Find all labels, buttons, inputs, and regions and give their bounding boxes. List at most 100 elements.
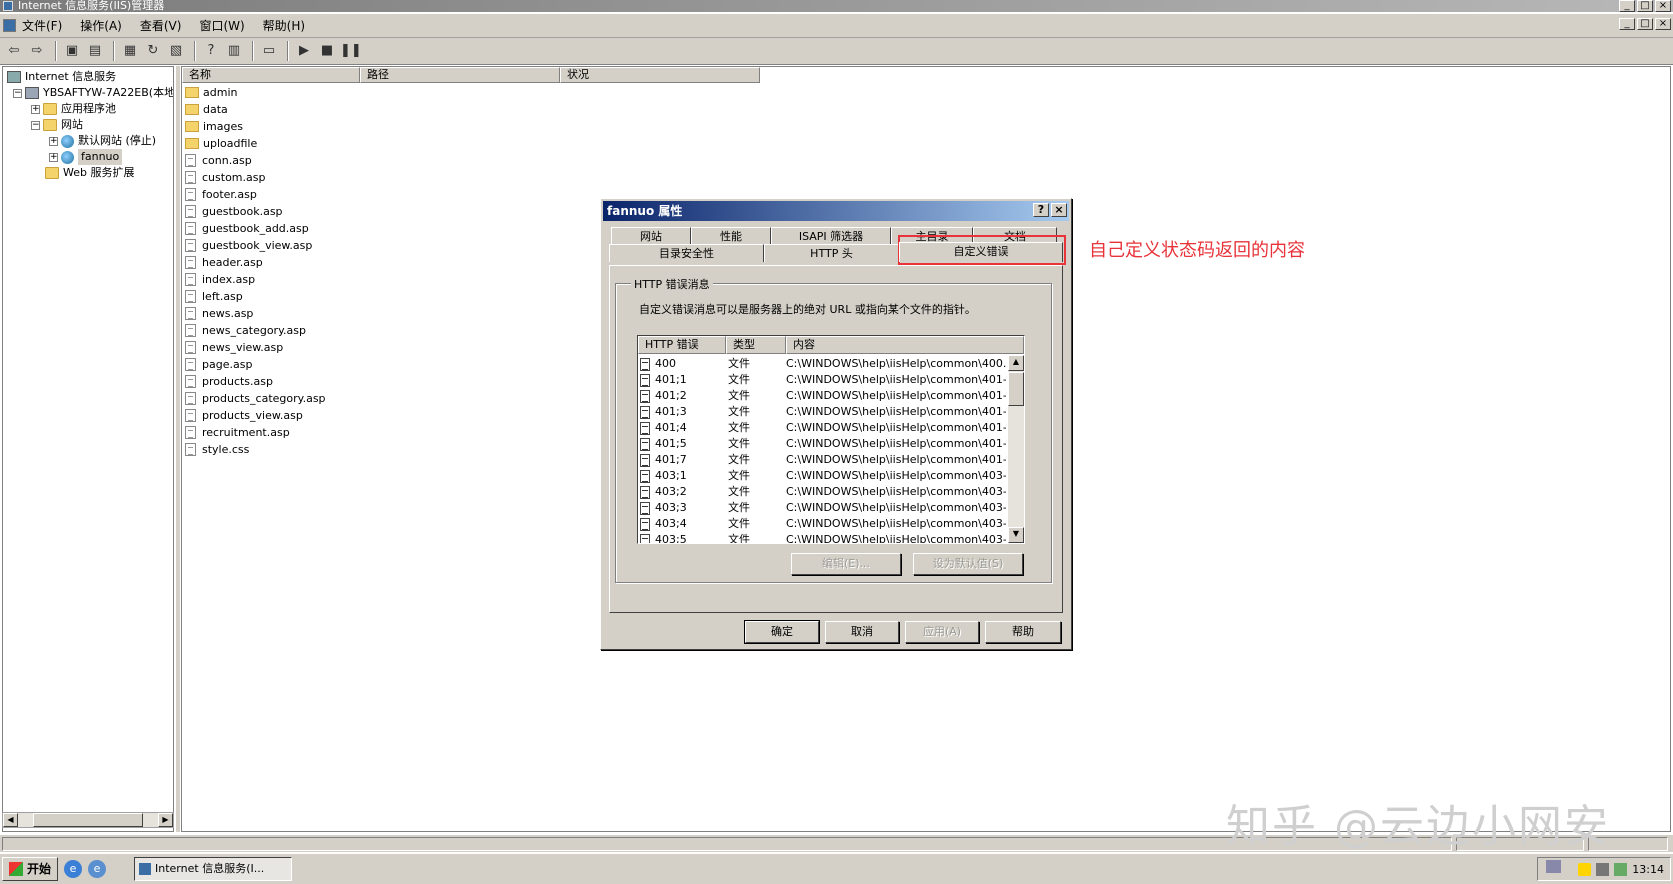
clock[interactable]: 13:14: [1632, 863, 1664, 876]
printer-icon[interactable]: [1546, 860, 1561, 873]
refresh-icon[interactable]: ↻: [143, 41, 163, 61]
mdi-close-button[interactable]: ×: [1655, 18, 1671, 30]
shield-icon[interactable]: [1578, 862, 1592, 876]
scroll-thumb[interactable]: [33, 813, 143, 827]
tab-website[interactable]: 网站: [611, 227, 691, 245]
menu-help[interactable]: 帮助(H): [263, 17, 305, 34]
update-icon[interactable]: [1614, 862, 1628, 876]
list-item[interactable]: products_category.asp: [185, 390, 326, 407]
help-button[interactable]: ?: [1033, 203, 1049, 217]
apply-button[interactable]: 应用(A): [905, 621, 979, 643]
list-item[interactable]: guestbook_add.asp: [185, 220, 326, 237]
list-item[interactable]: index.asp: [185, 271, 326, 288]
column-name[interactable]: 名称: [182, 67, 360, 83]
tree-server[interactable]: − YBSAFTYW-7A22EB(本地计: [13, 85, 173, 101]
tab-performance[interactable]: 性能: [691, 227, 771, 245]
http-error-list[interactable]: HTTP 错误 类型 内容 400 文件 C:\WINDOWS\help\iisHe…: [637, 335, 1025, 544]
list-item[interactable]: style.css: [185, 441, 326, 458]
table-row[interactable]: 401;7 文件 C:\WINDOWS\help\iisHelp\common\40…: [640, 452, 1006, 468]
tree-websites[interactable]: − 网站: [31, 117, 83, 133]
properties-icon[interactable]: ▦: [120, 41, 140, 61]
tree-fannuo[interactable]: + fannuo: [49, 149, 123, 165]
tree-horizontal-scrollbar[interactable]: ◀ ▶: [2, 812, 174, 828]
dialog-help-button[interactable]: 帮助: [985, 621, 1061, 643]
list-item[interactable]: guestbook_view.asp: [185, 237, 326, 254]
dialog-close-button[interactable]: ×: [1051, 203, 1067, 217]
list-item[interactable]: conn.asp: [185, 152, 326, 169]
taskbar-item-iis[interactable]: Internet 信息服务(I...: [134, 857, 293, 881]
list-item[interactable]: page.asp: [185, 356, 326, 373]
tree-app-pools[interactable]: + 应用程序池: [31, 101, 116, 117]
back-icon[interactable]: ⇦: [4, 41, 24, 61]
collapse-icon[interactable]: −: [13, 88, 22, 98]
stop-icon[interactable]: ■: [317, 41, 337, 61]
cancel-button[interactable]: 取消: [825, 621, 899, 643]
list-item[interactable]: admin: [185, 84, 326, 101]
ie-alt-icon[interactable]: e: [88, 860, 107, 878]
column-content[interactable]: 内容: [786, 336, 1024, 354]
dialog-title-bar[interactable]: fannuo 属性 ? ×: [603, 201, 1069, 221]
mdi-system-icon[interactable]: [3, 19, 16, 32]
expand-icon[interactable]: +: [49, 136, 58, 146]
list-item[interactable]: custom.asp: [185, 169, 326, 186]
ie-icon[interactable]: e: [64, 860, 83, 878]
list-item[interactable]: uploadfile: [185, 135, 326, 152]
list-item[interactable]: products_view.asp: [185, 407, 326, 424]
tree-web-ext[interactable]: Web 服务扩展: [45, 165, 134, 181]
column-type[interactable]: 类型: [726, 336, 786, 354]
menu-view[interactable]: 查看(V): [140, 17, 182, 34]
pane-splitter[interactable]: [176, 66, 180, 832]
collapse-icon[interactable]: −: [31, 120, 40, 130]
computer-icon[interactable]: ▭: [259, 41, 279, 61]
menu-file[interactable]: 文件(F): [22, 17, 62, 34]
table-row[interactable]: 401;1 文件 C:\WINDOWS\help\iisHelp\common\40…: [640, 372, 1006, 388]
up-folder-icon[interactable]: ▣: [62, 41, 82, 61]
mdi-maximize-button[interactable]: □: [1637, 18, 1653, 30]
edit-button[interactable]: 编辑(E)...: [791, 553, 901, 575]
window-title-bar[interactable]: Internet 信息服务(IIS)管理器 _ □ ×: [0, 0, 1673, 12]
start-button[interactable]: 开始: [2, 857, 59, 881]
tree-default-site[interactable]: + 默认网站 (停止): [49, 133, 156, 149]
minimize-button[interactable]: _: [1619, 0, 1635, 12]
table-row[interactable]: 403;3 文件 C:\WINDOWS\help\iisHelp\common\40…: [640, 500, 1006, 516]
column-http-error[interactable]: HTTP 错误: [638, 336, 726, 354]
scroll-down-icon[interactable]: ▼: [1008, 527, 1024, 543]
table-row[interactable]: 403;1 文件 C:\WINDOWS\help\iisHelp\common\40…: [640, 468, 1006, 484]
mdi-minimize-button[interactable]: _: [1619, 18, 1635, 30]
scroll-thumb[interactable]: [1008, 372, 1024, 406]
column-path[interactable]: 路径: [360, 67, 560, 83]
list-item[interactable]: footer.asp: [185, 186, 326, 203]
menu-action[interactable]: 操作(A): [80, 17, 122, 34]
list-item[interactable]: recruitment.asp: [185, 424, 326, 441]
tab-http-headers[interactable]: HTTP 头: [764, 244, 899, 262]
list-item[interactable]: news_category.asp: [185, 322, 326, 339]
set-default-button[interactable]: 设为默认值(S): [913, 553, 1023, 575]
scroll-left-icon[interactable]: ◀: [3, 813, 18, 827]
export-icon[interactable]: ▧: [166, 41, 186, 61]
list-item[interactable]: guestbook.asp: [185, 203, 326, 220]
tree-pane[interactable]: Internet 信息服务 − YBSAFTYW-7A22EB(本地计 + 应用…: [2, 66, 174, 832]
scroll-up-icon[interactable]: ▲: [1008, 355, 1024, 371]
network-icon[interactable]: [1596, 862, 1610, 876]
error-list-vscroll[interactable]: ▲ ▼: [1008, 355, 1024, 543]
tree-root[interactable]: Internet 信息服务: [7, 69, 116, 85]
menu-window[interactable]: 窗口(W): [199, 17, 244, 34]
table-row[interactable]: 401;4 文件 C:\WINDOWS\help\iisHelp\common\40…: [640, 420, 1006, 436]
table-row[interactable]: 401;2 文件 C:\WINDOWS\help\iisHelp\common\40…: [640, 388, 1006, 404]
tab-custom-errors[interactable]: 自定义错误: [899, 242, 1063, 262]
play-icon[interactable]: ▶: [294, 41, 314, 61]
list-item[interactable]: news.asp: [185, 305, 326, 322]
list-item[interactable]: header.asp: [185, 254, 326, 271]
forward-icon[interactable]: ⇨: [27, 41, 47, 61]
list-item[interactable]: data: [185, 101, 326, 118]
column-status[interactable]: 状况: [560, 67, 760, 83]
tab-isapi[interactable]: ISAPI 筛选器: [771, 227, 891, 245]
expand-icon[interactable]: +: [31, 104, 40, 114]
list-item[interactable]: left.asp: [185, 288, 326, 305]
table-row[interactable]: 401;3 文件 C:\WINDOWS\help\iisHelp\common\40…: [640, 404, 1006, 420]
table-row[interactable]: 403;2 文件 C:\WINDOWS\help\iisHelp\common\40…: [640, 484, 1006, 500]
expand-icon[interactable]: +: [49, 152, 58, 162]
list-item[interactable]: news_view.asp: [185, 339, 326, 356]
table-row[interactable]: 401;5 文件 C:\WINDOWS\help\iisHelp\common\40…: [640, 436, 1006, 452]
console-icon[interactable]: ▥: [224, 41, 244, 61]
